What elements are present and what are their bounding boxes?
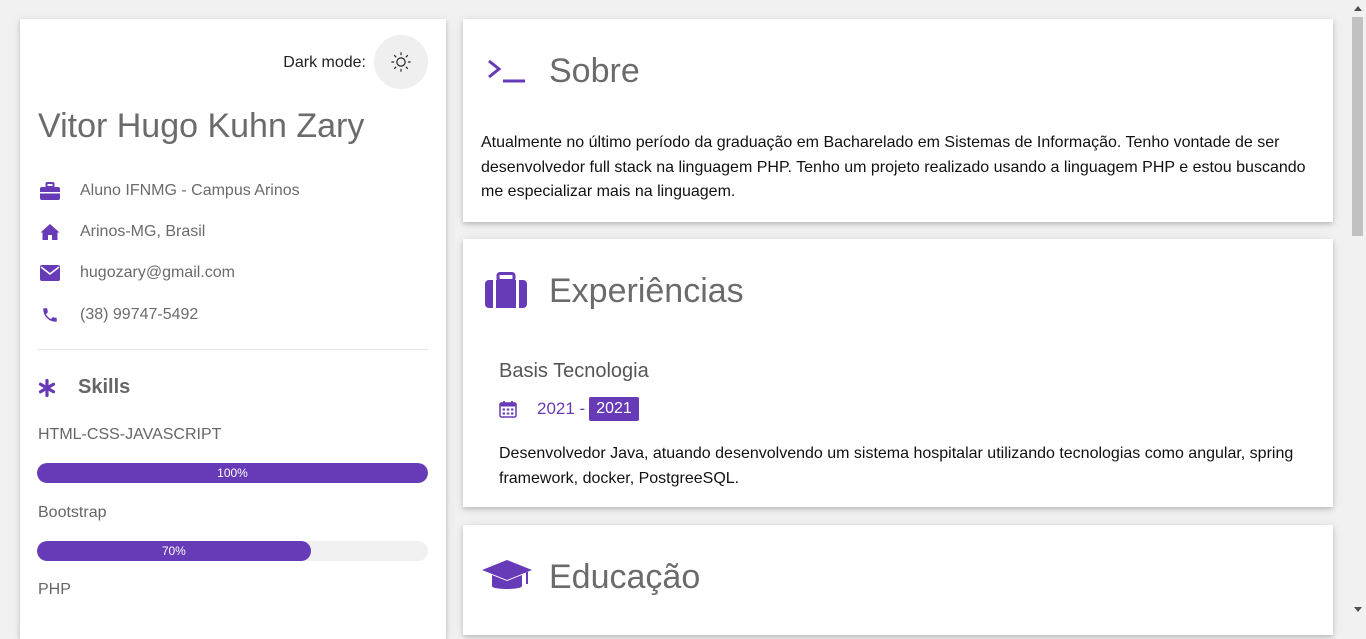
skill-progress-fill: 100% xyxy=(37,463,428,483)
dark-mode-toggle[interactable] xyxy=(374,35,428,89)
experience-description: Desenvolvedor Java, atuando desenvolvend… xyxy=(499,445,1294,487)
info-row-location: Arinos-MG, Brasil xyxy=(38,220,205,244)
skill-progress-fill: 70% xyxy=(37,541,311,561)
info-location-text: Arinos-MG, Brasil xyxy=(80,223,206,240)
graduation-cap-icon xyxy=(481,558,533,599)
experiencias-card: Experiências Basis Tecnologia 2021 - 202… xyxy=(463,239,1333,507)
scroll-down-arrow-icon[interactable] xyxy=(1349,601,1366,618)
profile-card: Dark mode: Vitor Hugo Kuhn Zary Aluno IF… xyxy=(20,19,446,639)
skill-name: HTML-CSS-JAVASCRIPT xyxy=(38,426,222,443)
briefcase-icon xyxy=(485,272,527,313)
sobre-text: Atualmente no último período da graduaçã… xyxy=(481,134,1306,200)
section-title-experiencias: Experiências xyxy=(549,272,744,310)
info-email-text: hugozary@gmail.com xyxy=(80,264,235,281)
skills-heading: Skills xyxy=(38,376,130,399)
info-phone-text: (38) 99747-5492 xyxy=(80,306,199,323)
asterisk-icon xyxy=(38,378,56,397)
experience-end-badge: 2021 xyxy=(589,397,639,421)
divider xyxy=(38,349,428,350)
dark-mode-label: Dark mode: xyxy=(283,54,366,71)
skills-title: Skills xyxy=(78,376,131,398)
page-scrollbar[interactable] xyxy=(1349,0,1366,618)
section-title-sobre: Sobre xyxy=(549,52,640,90)
home-icon xyxy=(38,223,62,241)
educacao-card: Educação xyxy=(463,525,1333,635)
experience-dates: 2021 - 2021 xyxy=(499,397,639,421)
sobre-card: Sobre Atualmente no último período da gr… xyxy=(463,19,1333,222)
skill-progress-bar: 70% xyxy=(37,541,428,561)
briefcase-icon xyxy=(38,182,62,200)
skill-progress-bar: 100% xyxy=(37,463,428,483)
calendar-icon xyxy=(499,401,517,418)
scroll-up-arrow-icon[interactable] xyxy=(1349,0,1366,17)
terminal-icon xyxy=(485,57,525,90)
phone-icon xyxy=(38,306,62,324)
envelope-icon xyxy=(38,265,62,281)
info-row-work: Aluno IFNMG - Campus Arinos xyxy=(38,179,300,203)
skill-name: PHP xyxy=(38,581,71,598)
info-row-email: hugozary@gmail.com xyxy=(38,261,235,285)
experience-start-date: 2021 - xyxy=(537,399,586,418)
info-work-text: Aluno IFNMG - Campus Arinos xyxy=(80,182,300,199)
skill-name: Bootstrap xyxy=(38,504,107,521)
experience-company: Basis Tecnologia xyxy=(499,360,649,382)
section-title-educacao: Educação xyxy=(549,558,701,596)
scrollbar-thumb[interactable] xyxy=(1352,17,1363,236)
info-row-phone: (38) 99747-5492 xyxy=(38,303,198,327)
profile-name: Vitor Hugo Kuhn Zary xyxy=(38,107,365,145)
sun-icon xyxy=(391,52,411,72)
